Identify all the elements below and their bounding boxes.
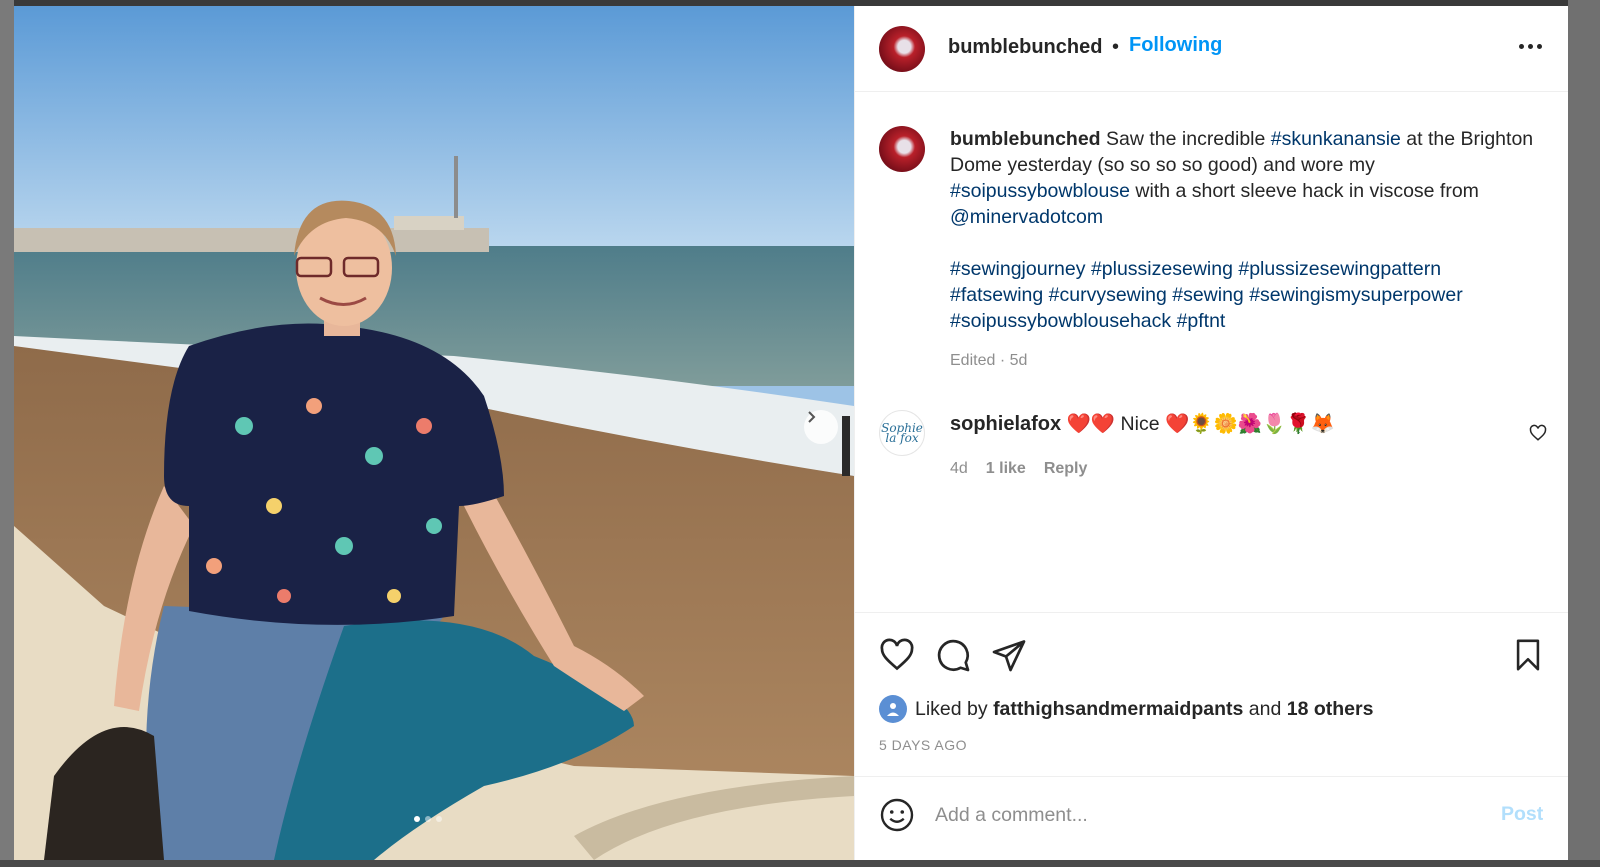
carousel-dot-active [414,816,420,822]
comment-body: ❤️❤️ Nice ❤️🌻🌼🌺🌷🌹🦊 [1066,413,1335,435]
following-button[interactable]: Following [1129,34,1222,57]
like-heart-icon[interactable] [879,637,915,673]
hashtag-link[interactable]: #soipussybowblousehack [950,310,1171,332]
hashtag-link[interactable]: #plussizesewingpattern [1238,258,1441,280]
author-avatar[interactable] [879,26,925,72]
commenter-avatar[interactable]: Sophie la fox [879,410,925,456]
hashtag-link[interactable]: #sewingismysuperpower [1249,284,1463,306]
post-timestamp[interactable]: 5 DAYS AGO [879,737,967,753]
liker-username-link[interactable]: fatthighsandmermaidpants [993,698,1243,721]
liker-avatar[interactable] [879,695,907,723]
likes-summary: Liked by fatthighsandmermaidpants and 18… [879,695,1373,723]
bookmark-save-icon[interactable] [1511,637,1545,673]
caption-part: with a short sleeve hack in viscose from [1129,180,1479,202]
backdrop-bottom [0,860,1600,867]
hashtag-link[interactable]: #fatsewing [950,284,1043,306]
post-photo[interactable] [14,6,854,860]
carousel-dot [425,816,431,822]
caption-author-username[interactable]: bumblebunched [950,128,1101,150]
likes-others-link[interactable]: 18 others [1287,698,1374,721]
commenter-avatar-logo: Sophie la fox [881,421,923,445]
backdrop-right [1568,0,1600,867]
caption-text: bumblebunched Saw the incredible #skunka… [950,126,1540,334]
add-comment-bar: Post [855,776,1568,860]
comment-text: sophielafox ❤️❤️ Nice ❤️🌻🌼🌺🌷🌹🦊 [950,412,1335,436]
hashtag-link[interactable]: #curvysewing [1049,284,1167,306]
mention-link[interactable]: @minervadotcom [950,206,1103,228]
hashtag-link[interactable]: #sewing [1172,284,1244,306]
caption-author-avatar[interactable] [879,126,925,172]
person-icon [887,703,899,716]
hashtag-link[interactable]: #soipussybowblouse [950,180,1130,202]
likes-mid: and [1248,697,1282,720]
comment-reply-button[interactable]: Reply [1044,460,1088,478]
backdrop-left [0,0,14,867]
hashtag-link[interactable]: #plussizesewing [1091,258,1233,280]
post-comment-button[interactable]: Post [1501,803,1543,826]
post-header: bumblebunched • Following [855,6,1568,92]
caption-meta: Edited · 5d [950,352,1028,369]
hashtag-link[interactable]: #sewingjourney [950,258,1086,280]
comment-likes-link[interactable]: 1 like [986,460,1026,478]
hashtag-link[interactable]: #skunkanansie [1271,128,1401,150]
more-horizontal-icon[interactable] [1515,36,1545,56]
header-separator: • [1112,36,1120,58]
beach-photo-illustration [14,6,854,860]
share-send-icon[interactable] [991,637,1027,673]
comment-bubble-icon[interactable] [935,637,971,673]
chevron-right-icon [808,411,816,423]
carousel-dot [436,816,442,822]
comment-like-heart-icon[interactable] [1529,424,1547,442]
carousel-next-button[interactable] [804,410,838,444]
author-username[interactable]: bumblebunched [948,36,1102,59]
emoji-smile-icon[interactable] [879,797,915,833]
post-modal: bumblebunched • Following bumblebunched … [14,6,1568,860]
post-details-panel: bumblebunched • Following bumblebunched … [854,6,1568,860]
hashtag-link[interactable]: #pftnt [1177,310,1226,332]
comment-age: 4d [950,460,968,477]
caption-part: Saw the incredible [1100,128,1271,150]
likes-prefix: Liked by [915,697,988,720]
comment-meta: 4d 1 like Reply [950,460,1087,478]
commenter-username[interactable]: sophielafox [950,413,1061,435]
comment-input[interactable] [935,797,1475,833]
comment-item: Sophie la fox sophielafox ❤️❤️ Nice ❤️🌻🌼… [855,404,1568,484]
carousel-dots [414,816,442,822]
